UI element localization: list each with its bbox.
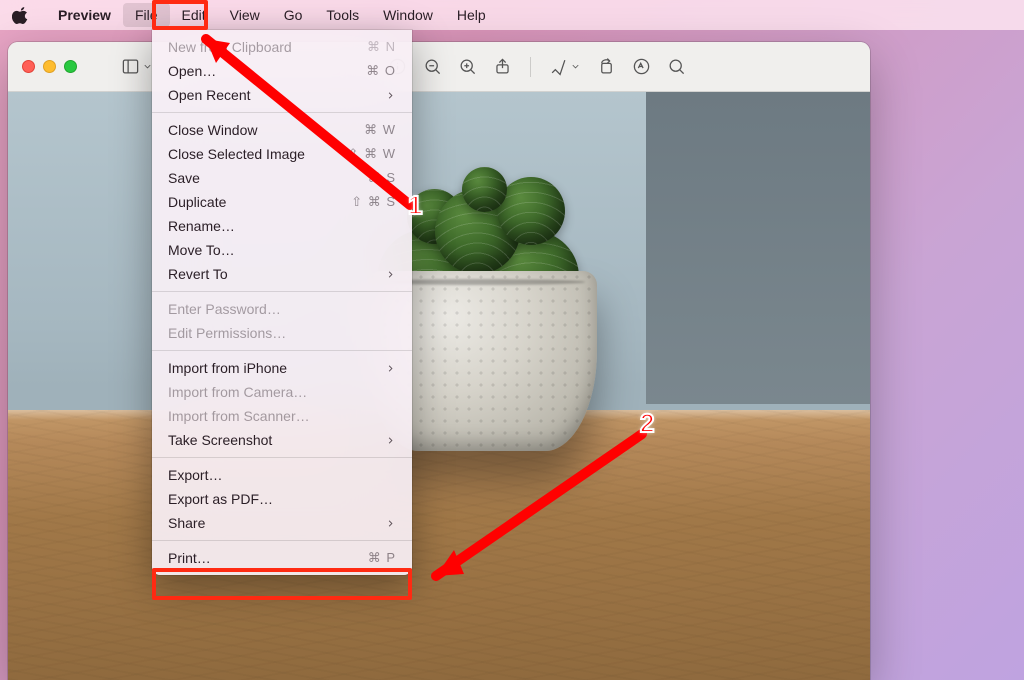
- menu-item-label: Enter Password…: [168, 301, 281, 317]
- menu-item-print[interactable]: Print… ⌘ P: [152, 546, 412, 570]
- menu-item-label: Open Recent: [168, 87, 251, 103]
- preview-window: [8, 42, 870, 680]
- menu-separator: [152, 350, 412, 351]
- menu-item-new-from-clipboard: New from Clipboard ⌘ N: [152, 35, 412, 59]
- menu-item-label: Export as PDF…: [168, 491, 273, 507]
- menu-item-export[interactable]: Export…: [152, 463, 412, 487]
- menu-item-share[interactable]: Share: [152, 511, 412, 535]
- menu-item-open-recent[interactable]: Open Recent: [152, 83, 412, 107]
- menu-item-label: Share: [168, 515, 205, 531]
- menu-item-import-from-scanner: Import from Scanner…: [152, 404, 412, 428]
- menu-item-open[interactable]: Open… ⌘ O: [152, 59, 412, 83]
- menu-item-shortcut: ⌘ W: [364, 122, 396, 138]
- markup-icon[interactable]: [632, 57, 651, 76]
- menu-item-shortcut: ⇧ ⌘ W: [348, 146, 396, 162]
- menu-item-label: Open…: [168, 63, 216, 79]
- app-name[interactable]: Preview: [46, 3, 123, 27]
- menu-item-label: Import from iPhone: [168, 360, 287, 376]
- window-maximize-button[interactable]: [64, 60, 77, 73]
- chevron-right-icon: [385, 269, 396, 280]
- menu-file[interactable]: File: [123, 3, 170, 27]
- menu-item-save[interactable]: Save ⌘ S: [152, 166, 412, 190]
- menu-item-import-from-camera: Import from Camera…: [152, 380, 412, 404]
- menu-item-duplicate[interactable]: Duplicate ⇧ ⌘ S: [152, 190, 412, 214]
- menu-separator: [152, 457, 412, 458]
- menu-item-label: Save: [168, 170, 200, 186]
- zoom-in-icon[interactable]: [458, 57, 477, 76]
- share-icon[interactable]: [493, 57, 512, 76]
- file-menu-dropdown: New from Clipboard ⌘ N Open… ⌘ O Open Recent…: [152, 30, 412, 575]
- menu-item-edit-permissions: Edit Permissions…: [152, 321, 412, 345]
- menu-item-label: New from Clipboard: [168, 39, 292, 55]
- menu-view[interactable]: View: [218, 3, 272, 27]
- menu-item-label: Rename…: [168, 218, 235, 234]
- menu-separator: [152, 291, 412, 292]
- menu-item-revert-to[interactable]: Revert To: [152, 262, 412, 286]
- menu-item-label: Export…: [168, 467, 222, 483]
- menu-item-shortcut: ⇧ ⌘ S: [351, 194, 396, 210]
- zoom-out-icon[interactable]: [423, 57, 442, 76]
- menu-item-close-selected-image[interactable]: Close Selected Image ⇧ ⌘ W: [152, 142, 412, 166]
- menu-go[interactable]: Go: [272, 3, 315, 27]
- sidebar-toggle[interactable]: [121, 57, 153, 76]
- menu-item-shortcut: ⌘ N: [367, 39, 396, 55]
- menu-edit[interactable]: Edit: [170, 3, 218, 27]
- rotate-icon[interactable]: [597, 57, 616, 76]
- menu-item-shortcut: ⌘ O: [366, 63, 396, 79]
- highlight-icon: [549, 57, 568, 76]
- menu-item-label: Close Window: [168, 122, 257, 138]
- chevron-down-icon: [570, 61, 581, 72]
- menu-item-move-to[interactable]: Move To…: [152, 238, 412, 262]
- image-viewport: [8, 92, 870, 680]
- menu-item-import-from-iphone[interactable]: Import from iPhone: [152, 356, 412, 380]
- apple-logo-icon: [12, 6, 30, 24]
- menu-window[interactable]: Window: [371, 3, 445, 27]
- menu-item-shortcut: ⌘ S: [368, 170, 396, 186]
- menu-item-shortcut: ⌘ P: [368, 550, 396, 566]
- menu-item-label: Print…: [168, 550, 211, 566]
- menu-item-rename[interactable]: Rename…: [152, 214, 412, 238]
- menu-item-label: Import from Camera…: [168, 384, 307, 400]
- search-icon[interactable]: [667, 57, 686, 76]
- sidebar-icon: [121, 57, 140, 76]
- menu-help[interactable]: Help: [445, 3, 498, 27]
- menu-item-close-window[interactable]: Close Window ⌘ W: [152, 118, 412, 142]
- chevron-right-icon: [385, 363, 396, 374]
- window-close-button[interactable]: [22, 60, 35, 73]
- menu-item-label: Duplicate: [168, 194, 226, 210]
- menu-separator: [152, 540, 412, 541]
- menu-item-label: Move To…: [168, 242, 235, 258]
- menu-item-label: Import from Scanner…: [168, 408, 310, 424]
- menu-item-export-as-pdf[interactable]: Export as PDF…: [152, 487, 412, 511]
- macos-menu-bar: Preview File Edit View Go Tools Window H…: [0, 0, 1024, 30]
- chevron-right-icon: [385, 435, 396, 446]
- menu-item-enter-password: Enter Password…: [152, 297, 412, 321]
- menu-tools[interactable]: Tools: [314, 3, 371, 27]
- window-titlebar: [8, 42, 870, 92]
- menu-item-label: Close Selected Image: [168, 146, 305, 162]
- chevron-right-icon: [385, 90, 396, 101]
- window-minimize-button[interactable]: [43, 60, 56, 73]
- highlight-dropdown[interactable]: [549, 57, 581, 76]
- menu-item-label: Edit Permissions…: [168, 325, 286, 341]
- menu-item-take-screenshot[interactable]: Take Screenshot: [152, 428, 412, 452]
- menu-item-label: Take Screenshot: [168, 432, 272, 448]
- menu-separator: [152, 112, 412, 113]
- menu-item-label: Revert To: [168, 266, 228, 282]
- chevron-right-icon: [385, 518, 396, 529]
